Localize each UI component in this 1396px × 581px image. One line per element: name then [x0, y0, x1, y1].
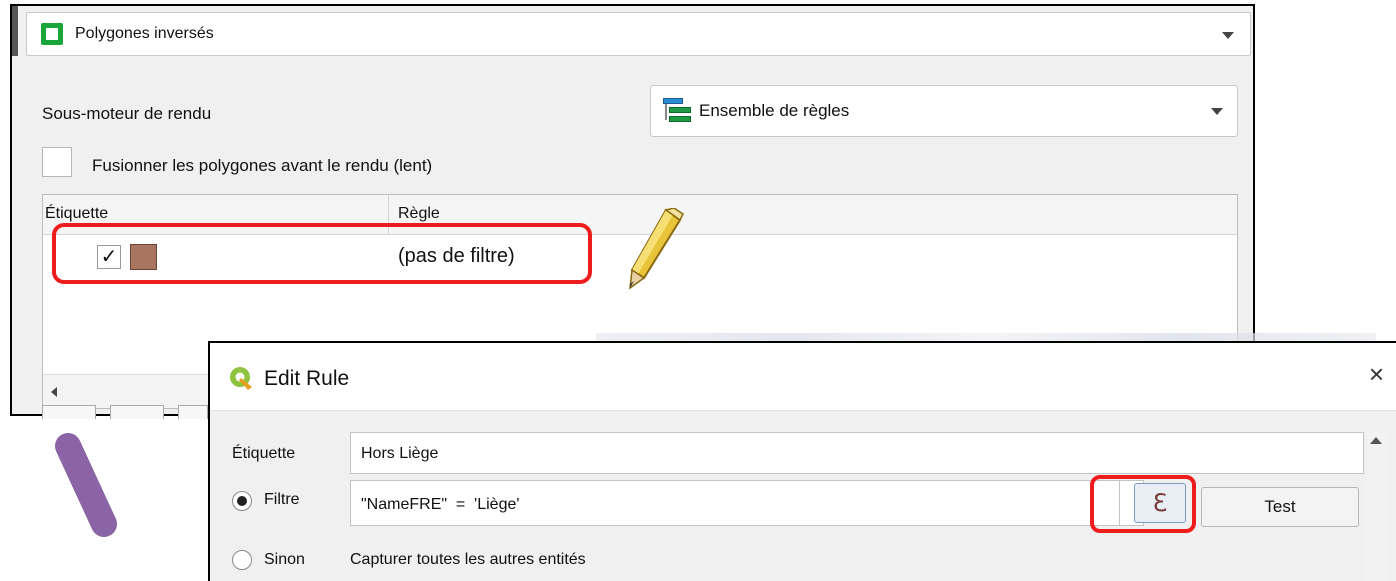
else-radio[interactable]	[232, 550, 252, 570]
else-label: Sinon	[264, 551, 305, 568]
panel-edge	[12, 6, 18, 56]
filter-expression-input[interactable]: "NameFRE" = 'Liège'	[350, 480, 1120, 526]
merge-polygons-label: Fusionner les polygones avant le rendu (…	[92, 156, 433, 175]
scroll-up-icon[interactable]	[1370, 437, 1382, 444]
highlight-rule-row	[52, 223, 592, 284]
qgis-logo-icon	[230, 367, 252, 390]
close-icon[interactable]: ×	[1369, 361, 1384, 387]
test-button[interactable]: Test	[1201, 487, 1359, 527]
dialog-title: Edit Rule	[264, 367, 350, 390]
filter-radio[interactable]	[232, 491, 252, 511]
toolbar-button[interactable]	[178, 405, 208, 419]
toolbar-button[interactable]	[110, 405, 164, 419]
scroll-left-icon[interactable]	[51, 387, 57, 397]
symbol-type-combo[interactable]: Polygones inversés	[26, 12, 1251, 56]
highlight-expression-button	[1090, 475, 1196, 533]
label-input[interactable]: Hors Liège	[350, 432, 1364, 474]
vertical-scrollbar[interactable]	[1366, 431, 1386, 581]
purple-stroke-annotation	[55, 433, 117, 537]
merge-polygons-checkbox[interactable]	[42, 147, 72, 177]
label-field-label: Étiquette	[232, 445, 296, 462]
symbol-type-value: Polygones inversés	[75, 25, 214, 42]
rule-based-icon	[663, 96, 691, 126]
sub-renderer-label: Sous-moteur de rendu	[42, 104, 212, 123]
chevron-down-icon	[1222, 32, 1234, 39]
edit-rule-dialog: Edit Rule × Étiquette Hors Liège Filtre …	[208, 341, 1396, 581]
column-header-label[interactable]: Étiquette	[45, 205, 108, 223]
else-description: Capturer toutes les autres entités	[350, 551, 586, 568]
filter-label: Filtre	[264, 491, 300, 508]
inverted-polygon-icon	[41, 23, 63, 45]
pencil-icon	[629, 208, 684, 290]
dialog-titlebar[interactable]: Edit Rule ×	[210, 343, 1396, 411]
sub-renderer-value: Ensemble de règles	[699, 101, 850, 120]
chevron-down-icon	[1211, 108, 1223, 115]
column-header-rule[interactable]: Règle	[398, 205, 440, 223]
toolbar-button[interactable]	[42, 405, 96, 419]
sub-renderer-combo[interactable]: Ensemble de règles	[650, 85, 1238, 137]
